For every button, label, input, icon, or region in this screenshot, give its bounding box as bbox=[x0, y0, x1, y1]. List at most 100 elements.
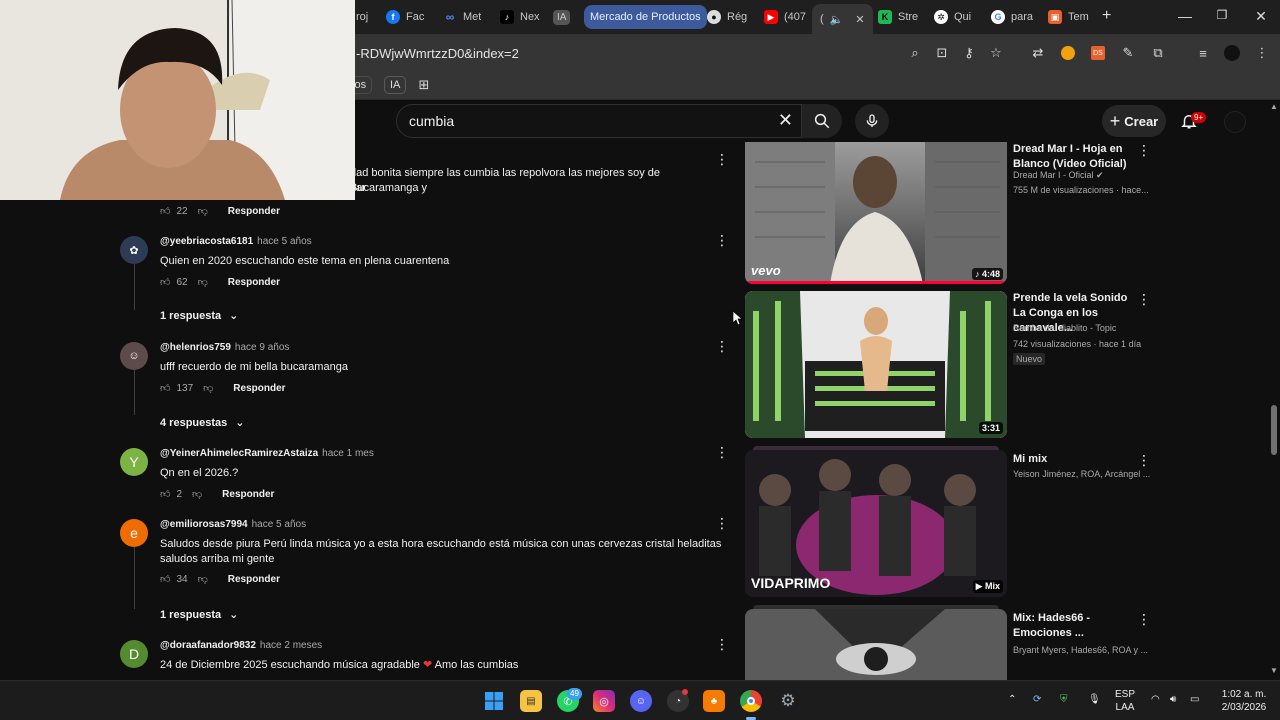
reply-button[interactable]: Responder bbox=[228, 277, 280, 288]
discord-icon[interactable]: ☺ bbox=[630, 690, 652, 712]
video-card[interactable]: vevo ♪ 4:48 Dread Mar I - Hoja en Blanco… bbox=[745, 142, 1151, 287]
tray-chevron-icon[interactable]: ⌃ bbox=[1008, 693, 1016, 706]
video-channel[interactable]: Bryant Myers, Hades66, ROA y ... bbox=[1013, 645, 1148, 655]
replies-toggle[interactable]: 1 respuesta ⌄ bbox=[160, 309, 238, 323]
minimize-icon[interactable]: — bbox=[1176, 8, 1194, 24]
comment-time[interactable]: hace 5 años bbox=[252, 519, 307, 530]
comment-menu-icon[interactable]: ⋮ bbox=[715, 338, 729, 355]
scroll-down-icon[interactable]: ▼ bbox=[1270, 666, 1278, 675]
search-button[interactable] bbox=[802, 104, 842, 138]
search-input[interactable] bbox=[409, 113, 769, 129]
comment-time[interactable]: hace 1 mes bbox=[322, 448, 374, 459]
shield-icon[interactable]: ⛨ bbox=[1060, 693, 1068, 706]
bookmark-star-icon[interactable]: ☆ bbox=[987, 44, 1005, 62]
video-thumbnail[interactable]: vevo ♪ 4:48 bbox=[745, 142, 1007, 284]
video-channel[interactable]: Dread Mar I - Oficial ✔ bbox=[1013, 170, 1104, 181]
dislike-icon[interactable]: 👎︎ bbox=[198, 573, 208, 585]
like-icon[interactable]: 👍︎ bbox=[160, 276, 170, 288]
video-title[interactable]: Dread Mar I - Hoja en Blanco (Video Ofic… bbox=[1013, 142, 1133, 172]
video-channel[interactable]: Yeison Jiménez, ROA, Arcángel ... bbox=[1013, 469, 1150, 479]
avatar[interactable]: e bbox=[120, 519, 148, 547]
tab-current[interactable]: (🔈 ✕ bbox=[812, 4, 873, 34]
extension-coin-icon[interactable] bbox=[1059, 44, 1077, 62]
comment-menu-icon[interactable]: ⋮ bbox=[715, 636, 729, 653]
video-menu-icon[interactable]: ⋮ bbox=[1137, 291, 1151, 308]
zoom-icon[interactable]: ⌕ bbox=[906, 44, 924, 62]
tab-meta[interactable]: ∞ Met bbox=[443, 5, 482, 29]
chrome-icon[interactable] bbox=[740, 690, 762, 712]
video-thumbnail[interactable]: VIDAPRIMO ▶ Mix bbox=[745, 450, 1007, 597]
fl-studio-icon[interactable]: ♣ bbox=[703, 690, 725, 712]
reply-button[interactable]: Responder bbox=[228, 574, 280, 585]
tab-app[interactable]: ▣ Tem bbox=[1048, 5, 1089, 29]
language-indicator[interactable]: ESP LAA bbox=[1115, 688, 1135, 714]
video-channel[interactable]: Rumba del diablito - Topic bbox=[1013, 323, 1116, 333]
reply-button[interactable]: Responder bbox=[233, 383, 285, 394]
comment-author[interactable]: @YeinerAhimelecRamirezAstaiza bbox=[160, 448, 318, 459]
comment-author[interactable]: @yeebriacosta6181 bbox=[160, 236, 253, 247]
instagram-icon[interactable]: ◎ bbox=[593, 690, 615, 712]
like-icon[interactable]: 👍︎ bbox=[160, 488, 170, 500]
video-card[interactable]: Mix: Hades66 - Emociones ... Bryant Myer… bbox=[745, 605, 1151, 680]
comment-time[interactable]: hace 5 años bbox=[257, 236, 312, 247]
tab-ia[interactable]: IA bbox=[553, 5, 571, 29]
video-menu-icon[interactable]: ⋮ bbox=[1137, 611, 1151, 628]
dislike-icon[interactable]: 👎︎ bbox=[192, 488, 202, 500]
clock[interactable]: 1:02 a. m. 2/03/2026 bbox=[1218, 688, 1270, 714]
close-tab-icon[interactable]: ✕ bbox=[855, 13, 864, 26]
comment-menu-icon[interactable]: ⋮ bbox=[715, 444, 729, 461]
tab-openai[interactable]: ✲ Qui bbox=[934, 5, 971, 29]
reply-button[interactable]: Responder bbox=[228, 206, 280, 217]
dislike-icon[interactable]: 👎︎ bbox=[198, 276, 208, 288]
comment-author[interactable]: @helenrios759 bbox=[160, 342, 231, 353]
like-icon[interactable]: 👍︎ bbox=[160, 573, 170, 585]
like-icon[interactable]: 👍︎ bbox=[160, 382, 170, 394]
avatar[interactable]: ☺ bbox=[120, 342, 148, 370]
install-icon[interactable]: ⊡ bbox=[933, 44, 951, 62]
volume-icon[interactable]: 🔊︎ bbox=[1170, 693, 1176, 706]
video-card[interactable]: VIDAPRIMO ▶ Mix Mi mix Yeison Jiménez, R… bbox=[745, 446, 1151, 597]
start-windows-icon[interactable] bbox=[483, 690, 505, 712]
comment-menu-icon[interactable]: ⋮ bbox=[715, 151, 729, 168]
store-icon[interactable]: ▤ bbox=[520, 690, 542, 712]
dislike-icon[interactable]: 👎︎ bbox=[198, 205, 208, 217]
comment-menu-icon[interactable]: ⋮ bbox=[715, 515, 729, 532]
avatar[interactable]: D bbox=[120, 640, 148, 668]
extension-ds-icon[interactable]: DS bbox=[1089, 44, 1107, 62]
dislike-icon[interactable]: 👎︎ bbox=[203, 382, 213, 394]
wifi-icon[interactable]: ◠ bbox=[1151, 693, 1160, 706]
clear-search-icon[interactable]: ✕ bbox=[778, 110, 793, 131]
comment-author[interactable]: @emiliorosas7994 bbox=[160, 519, 248, 530]
address-bar[interactable]: -RDWjwWmrtzzD0&index=2 bbox=[356, 46, 519, 61]
tab-tiktok[interactable]: ♪ Nex bbox=[500, 5, 540, 29]
avatar[interactable]: Y bbox=[120, 448, 148, 476]
reply-button[interactable]: Responder bbox=[222, 489, 274, 500]
eyedropper-icon[interactable]: ✎ bbox=[1119, 44, 1137, 62]
sync-icon[interactable]: ⟳ bbox=[1033, 693, 1041, 706]
like-icon[interactable]: 👍︎ bbox=[160, 205, 170, 217]
new-tab-icon[interactable]: + bbox=[1102, 7, 1111, 25]
voice-search-button[interactable] bbox=[855, 104, 889, 138]
video-thumbnail[interactable] bbox=[745, 609, 1007, 680]
battery-icon[interactable]: ▭ bbox=[1190, 693, 1199, 706]
tab-partial[interactable]: roj bbox=[356, 5, 368, 29]
page-scrollbar[interactable]: ▲ ▼ bbox=[1268, 100, 1280, 680]
replies-toggle[interactable]: 1 respuesta ⌄ bbox=[160, 608, 238, 622]
profile-avatar[interactable] bbox=[1223, 44, 1241, 62]
apps-grid-icon[interactable]: ⊞ bbox=[415, 76, 433, 94]
tab-kick[interactable]: K Stre bbox=[878, 5, 918, 29]
video-card[interactable]: 3:31 Prende la vela Sonido La Conga en l… bbox=[745, 291, 1151, 438]
tab-github[interactable]: ● Rég bbox=[707, 5, 747, 29]
bookmark-ia[interactable]: IA bbox=[384, 76, 407, 94]
video-menu-icon[interactable]: ⋮ bbox=[1137, 452, 1151, 469]
video-thumbnail[interactable]: 3:31 bbox=[745, 291, 1007, 438]
video-menu-icon[interactable]: ⋮ bbox=[1137, 142, 1151, 159]
avatar[interactable]: ✿ bbox=[120, 236, 148, 264]
comment-menu-icon[interactable]: ⋮ bbox=[715, 232, 729, 249]
media-control-icon[interactable]: ≡ bbox=[1194, 44, 1212, 62]
close-window-icon[interactable]: ✕ bbox=[1252, 8, 1270, 25]
comment-author[interactable]: @doraafanador9832 bbox=[160, 640, 256, 651]
replies-toggle[interactable]: 4 respuestas ⌄ bbox=[160, 416, 244, 430]
password-key-icon[interactable]: ⚷ bbox=[960, 44, 978, 62]
create-button[interactable]: + Crear bbox=[1102, 105, 1166, 137]
